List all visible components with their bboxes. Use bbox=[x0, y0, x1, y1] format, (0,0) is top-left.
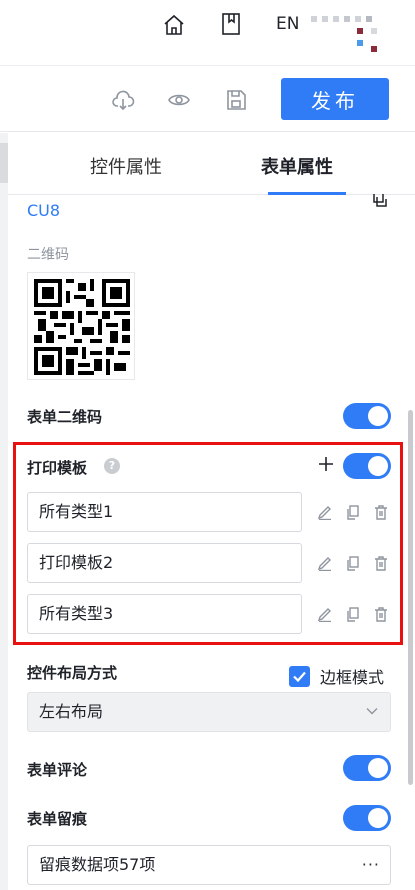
more-icon[interactable]: ··· bbox=[362, 846, 380, 884]
layout-select[interactable]: 左右布局 bbox=[27, 692, 391, 732]
tab-form-properties[interactable]: 表单属性 bbox=[261, 153, 333, 179]
editor-toolbar: 发布 bbox=[0, 66, 415, 132]
eye-icon[interactable] bbox=[167, 88, 191, 112]
form-trace-toggle[interactable] bbox=[343, 805, 391, 831]
form-qr-toggle[interactable] bbox=[343, 403, 391, 429]
border-mode-label[interactable]: 边框模式 bbox=[320, 664, 384, 688]
trace-items-value: 留痕数据项57项 bbox=[39, 855, 156, 874]
add-template-icon[interactable] bbox=[317, 455, 335, 473]
copy-icon[interactable] bbox=[345, 504, 361, 520]
copy-icon[interactable] bbox=[345, 555, 361, 571]
book-icon[interactable] bbox=[221, 12, 241, 36]
property-tabs: 控件属性 表单属性 bbox=[8, 133, 415, 195]
template-item-1[interactable]: 所有类型1 bbox=[27, 492, 302, 532]
edit-icon[interactable] bbox=[317, 555, 333, 571]
publish-button[interactable]: 发布 bbox=[281, 78, 389, 120]
home-icon[interactable] bbox=[162, 13, 186, 37]
template-item-3[interactable]: 所有类型3 bbox=[27, 594, 302, 634]
left-panel-edge bbox=[0, 133, 8, 890]
help-icon[interactable]: ? bbox=[104, 458, 120, 474]
form-qr-label: 表单二维码 bbox=[27, 408, 103, 426]
print-template-label: 打印模板 bbox=[27, 459, 88, 477]
border-mode-checkbox[interactable] bbox=[289, 666, 310, 687]
tab-control-properties[interactable]: 控件属性 bbox=[90, 153, 162, 179]
form-comment-label: 表单评论 bbox=[27, 761, 88, 779]
delete-icon[interactable] bbox=[373, 504, 389, 520]
copy-icon[interactable] bbox=[371, 194, 387, 208]
active-tab-indicator bbox=[268, 192, 346, 195]
qr-code-label: 二维码 bbox=[27, 247, 69, 263]
form-code[interactable]: CU8 bbox=[27, 201, 60, 220]
edit-icon[interactable] bbox=[317, 606, 333, 622]
form-trace-label: 表单留痕 bbox=[27, 810, 88, 828]
scrollbar[interactable] bbox=[408, 410, 413, 785]
edit-icon[interactable] bbox=[317, 504, 333, 520]
brand-logo bbox=[311, 16, 377, 52]
copy-icon[interactable] bbox=[345, 606, 361, 622]
language-switch[interactable]: EN bbox=[276, 14, 299, 34]
template-item-2[interactable]: 打印模板2 bbox=[27, 543, 302, 583]
layout-label: 控件布局方式 bbox=[27, 664, 118, 682]
print-template-toggle[interactable] bbox=[343, 453, 391, 479]
chevron-down-icon bbox=[366, 708, 378, 715]
check-icon bbox=[293, 671, 306, 683]
delete-icon[interactable] bbox=[373, 555, 389, 571]
save-icon[interactable] bbox=[224, 88, 248, 112]
cloud-download-icon[interactable] bbox=[111, 88, 135, 112]
layout-select-value: 左右布局 bbox=[39, 702, 104, 721]
top-bar: EN bbox=[0, 0, 415, 66]
form-comment-toggle[interactable] bbox=[343, 755, 391, 781]
qr-code-image bbox=[27, 272, 135, 380]
trace-items-field[interactable]: 留痕数据项57项 ··· bbox=[27, 845, 391, 885]
delete-icon[interactable] bbox=[373, 606, 389, 622]
